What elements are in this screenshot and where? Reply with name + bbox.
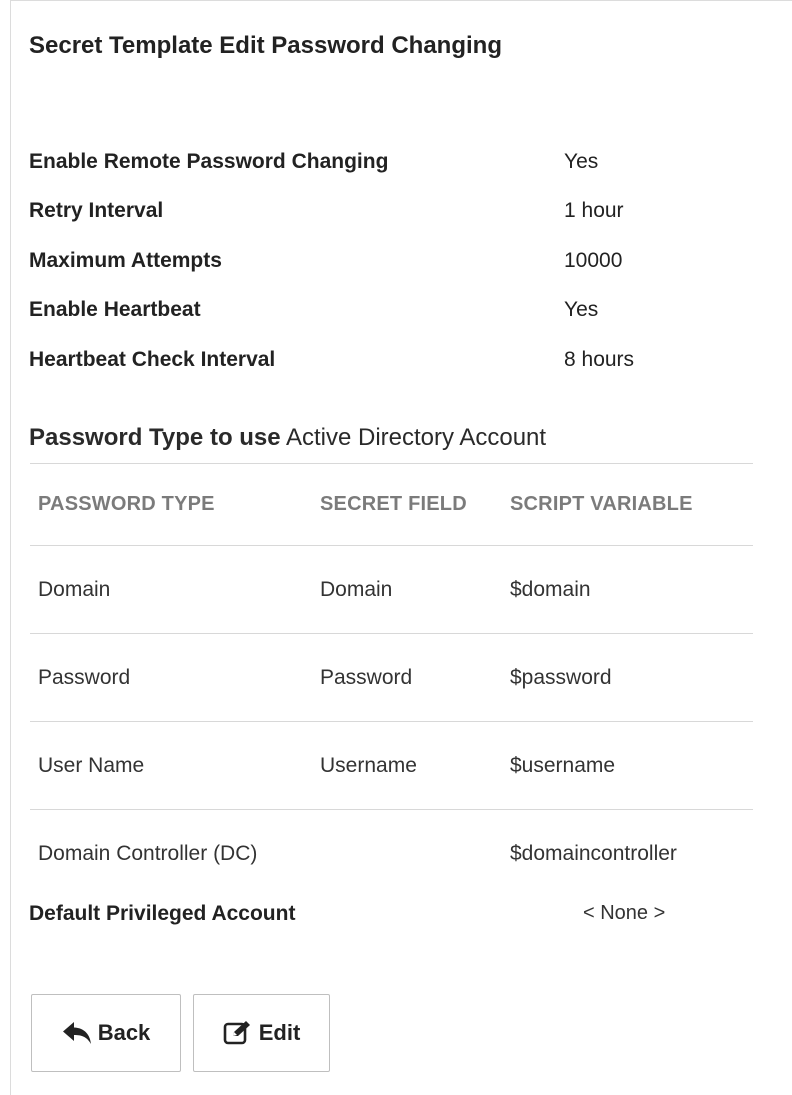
edit-button-label: Edit — [258, 1020, 301, 1045]
edit-square-icon — [223, 1020, 253, 1046]
column-header-password-type: PASSWORD TYPE — [38, 493, 215, 515]
column-header-script-variable: SCRIPT VARIABLE — [510, 493, 693, 515]
cell-secret-field: Password — [320, 665, 413, 689]
setting-label: Heartbeat Check Interval — [29, 347, 276, 371]
settings-list: Enable Remote Password Changing Yes Retr… — [29, 137, 729, 385]
cell-secret-field: Username — [320, 753, 417, 777]
setting-row-heartbeat-check-interval: Heartbeat Check Interval 8 hours — [29, 335, 729, 385]
reply-arrow-icon — [62, 1020, 92, 1046]
cell-password-type: Domain — [38, 577, 111, 601]
password-type-table: PASSWORD TYPE SECRET FIELD SCRIPT VARIAB… — [30, 463, 753, 897]
default-privileged-account-row: Default Privileged Account < None > — [29, 902, 752, 926]
setting-label: Enable Heartbeat — [29, 298, 201, 322]
setting-row-enable-heartbeat: Enable Heartbeat Yes — [29, 286, 729, 336]
back-button[interactable]: Back — [31, 994, 181, 1072]
setting-value: Yes — [564, 149, 599, 173]
setting-value: Yes — [564, 298, 599, 322]
password-type-value: Active Directory Account — [285, 424, 547, 451]
edit-button[interactable]: Edit — [193, 994, 330, 1072]
cell-script-variable: $domain — [510, 577, 591, 601]
privileged-account-value: < None > — [583, 902, 666, 924]
password-type-label: Password Type to use — [29, 424, 281, 451]
password-type-heading: Password Type to use Active Directory Ac… — [29, 424, 546, 452]
setting-value: 1 hour — [564, 199, 624, 223]
table-row: Domain Domain $domain — [30, 546, 753, 634]
table-row: Domain Controller (DC) $domaincontroller — [30, 810, 753, 897]
setting-value: 8 hours — [564, 347, 635, 371]
setting-value: 10000 — [564, 248, 623, 272]
cell-script-variable: $username — [510, 753, 616, 777]
cell-password-type: Password — [38, 665, 131, 689]
page-title: Secret Template Edit Password Changing — [29, 32, 502, 59]
setting-label: Enable Remote Password Changing — [29, 149, 389, 173]
setting-row-maximum-attempts: Maximum Attempts 10000 — [29, 236, 729, 286]
cell-script-variable: $domaincontroller — [510, 841, 677, 865]
setting-row-remote-password-changing: Enable Remote Password Changing Yes — [29, 137, 729, 187]
cell-script-variable: $password — [510, 665, 612, 689]
back-button-label: Back — [97, 1020, 151, 1045]
table-header: PASSWORD TYPE SECRET FIELD SCRIPT VARIAB… — [30, 464, 753, 546]
setting-label: Maximum Attempts — [29, 248, 222, 272]
privileged-account-label: Default Privileged Account — [29, 902, 296, 925]
table-row: User Name Username $username — [30, 722, 753, 810]
setting-row-retry-interval: Retry Interval 1 hour — [29, 187, 729, 237]
cell-password-type: Domain Controller (DC) — [38, 841, 258, 865]
cell-password-type: User Name — [38, 753, 145, 777]
table-row: Password Password $password — [30, 634, 753, 722]
column-header-secret-field: SECRET FIELD — [320, 493, 467, 515]
cell-secret-field: Domain — [320, 577, 393, 601]
setting-label: Retry Interval — [29, 199, 164, 223]
